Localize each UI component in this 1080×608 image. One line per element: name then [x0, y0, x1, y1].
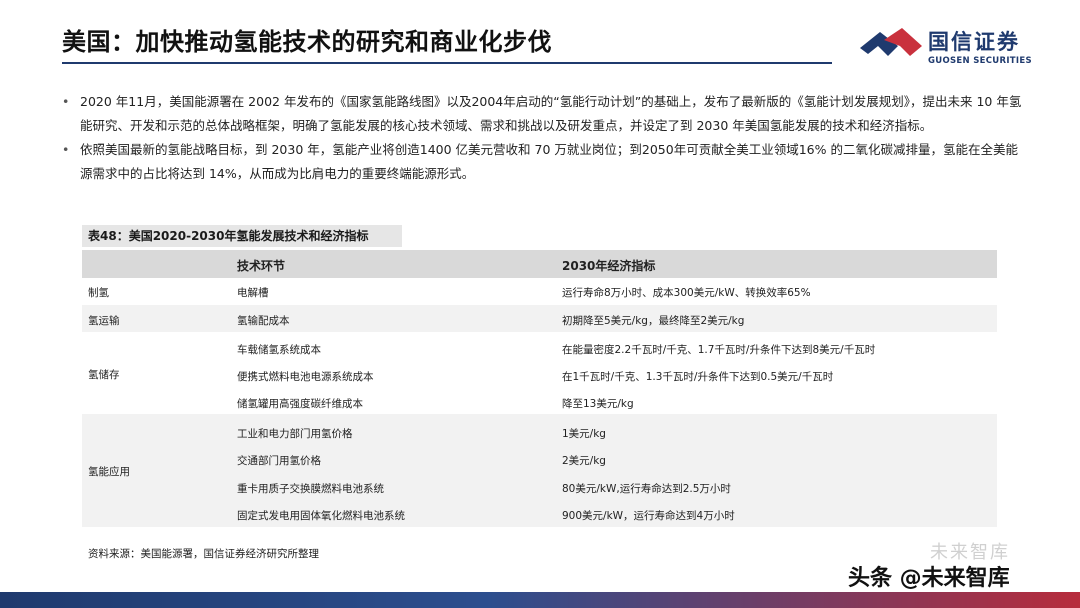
tech-cell: 车载储氢系统成本 — [237, 344, 321, 356]
guosen-logo-icon — [860, 28, 922, 56]
indicator-cell: 1美元/kg — [562, 428, 606, 440]
tech-cell: 交通部门用氢价格 — [237, 455, 321, 467]
bullet-list: • 2020 年11月，美国能源署在 2002 年发布的《国家氢能路线图》以及2… — [62, 90, 1022, 186]
logo-chinese-text: 国信证券 — [928, 30, 1020, 54]
indicator-cell: 900美元/kW，运行寿命达到4万小时 — [562, 510, 735, 522]
header-cell-tech: 技术环节 — [237, 259, 286, 273]
bullet-text: 2020 年11月，美国能源署在 2002 年发布的《国家氢能路线图》以及200… — [80, 94, 1022, 133]
table-caption: 表48：美国2020-2030年氢能发展技术和经济指标 — [82, 225, 402, 247]
footer-bar — [0, 592, 1080, 608]
bullet-dot-icon: • — [62, 94, 70, 109]
indicator-cell: 降至13美元/kg — [562, 398, 634, 410]
indicator-cell: 80美元/kW,运行寿命达到2.5万小时 — [562, 483, 731, 495]
bullet-text: 依照美国最新的氢能战略目标，到 2030 年，氢能产业将创造1400 亿美元营收… — [80, 142, 1018, 181]
table-row-group: 氢能应用 工业和电力部门用氢价格 1美元/kg 交通部门用氢价格 2美元/kg … — [82, 414, 997, 527]
indicator-cell: 运行寿命8万小时、成本300美元/kW、转换效率65% — [562, 287, 811, 299]
table-row: 制氢 电解槽 运行寿命8万小时、成本300美元/kW、转换效率65% — [82, 278, 997, 305]
header-cell-indicator: 2030年经济指标 — [562, 259, 656, 273]
indicator-cell: 在能量密度2.2千瓦时/千克、1.7千瓦时/升条件下达到8美元/千瓦时 — [562, 344, 876, 356]
tech-cell: 工业和电力部门用氢价格 — [237, 428, 353, 440]
tech-cell: 重卡用质子交换膜燃料电池系统 — [237, 483, 384, 495]
indicator-cell: 2美元/kg — [562, 455, 606, 467]
group-name: 氢运输 — [88, 315, 120, 327]
bullet-item: • 依照美国最新的氢能战略目标，到 2030 年，氢能产业将创造1400 亿美元… — [62, 138, 1022, 186]
watermark: 头条 @未来智库 — [848, 566, 1010, 591]
table-row: 氢运输 氢输配成本 初期降至5美元/kg，最终降至2美元/kg — [82, 305, 997, 332]
indicator-cell: 初期降至5美元/kg，最终降至2美元/kg — [562, 315, 745, 327]
title-divider — [62, 62, 832, 64]
logo-english-text: GUOSEN SECURITIES — [928, 56, 1032, 66]
tech-cell: 固定式发电用固体氧化燃料电池系统 — [237, 510, 405, 522]
tech-cell: 氢输配成本 — [237, 315, 290, 327]
group-name: 制氢 — [88, 287, 109, 299]
tech-cell: 电解槽 — [237, 287, 269, 299]
bullet-dot-icon: • — [62, 142, 70, 157]
table-row-group: 氢储存 车载储氢系统成本 在能量密度2.2千瓦时/千克、1.7千瓦时/升条件下达… — [82, 332, 997, 414]
page-title: 美国：加快推动氢能技术的研究和商业化步伐 — [62, 28, 552, 56]
bullet-item: • 2020 年11月，美国能源署在 2002 年发布的《国家氢能路线图》以及2… — [62, 90, 1022, 138]
company-logo: 国信证券 GUOSEN SECURITIES — [858, 20, 1048, 70]
source-note: 资料来源：美国能源署，国信证券经济研究所整理 — [88, 548, 319, 560]
table-header: 技术环节 2030年经济指标 — [82, 250, 997, 278]
tech-cell: 储氢罐用高强度碳纤维成本 — [237, 398, 363, 410]
indicator-table: 技术环节 2030年经济指标 制氢 电解槽 运行寿命8万小时、成本300美元/k… — [82, 250, 997, 527]
tech-cell: 便携式燃料电池电源系统成本 — [237, 371, 374, 383]
group-name: 氢储存 — [88, 369, 120, 381]
indicator-cell: 在1千瓦时/千克、1.3千瓦时/升条件下达到0.5美元/千瓦时 — [562, 371, 834, 383]
group-name: 氢能应用 — [88, 466, 130, 478]
